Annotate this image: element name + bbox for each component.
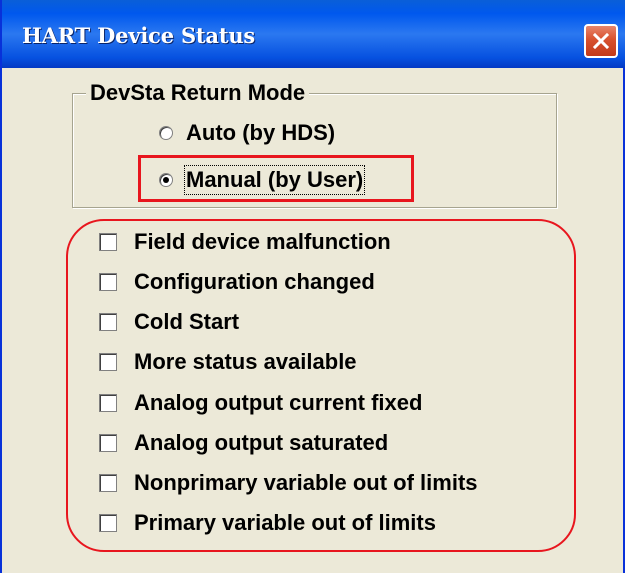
checkbox[interactable] (99, 474, 117, 492)
check-label: Analog output current fixed (134, 390, 423, 415)
check-analog-output-current-fixed[interactable]: Analog output current fixed (99, 390, 422, 416)
radio-auto[interactable]: Auto (by HDS) (159, 120, 335, 146)
close-x-icon (592, 32, 610, 50)
check-nonprimary-variable-out-of-limits[interactable]: Nonprimary variable out of limits (99, 470, 478, 496)
check-cold-start[interactable]: Cold Start (99, 309, 239, 335)
return-mode-legend: DevSta Return Mode (86, 80, 310, 106)
check-primary-variable-out-of-limits[interactable]: Primary variable out of limits (99, 510, 436, 536)
hart-device-status-window: HART Device Status DevSta Return Mode Au… (0, 0, 625, 573)
checkbox[interactable] (99, 514, 117, 532)
check-more-status-available[interactable]: More status available (99, 349, 357, 375)
checkbox[interactable] (99, 394, 117, 412)
close-button[interactable] (584, 24, 618, 58)
check-analog-output-saturated[interactable]: Analog output saturated (99, 430, 388, 456)
radio-auto-label: Auto (by HDS) (186, 120, 336, 145)
checkbox[interactable] (99, 313, 117, 331)
check-field-device-malfunction[interactable]: Field device malfunction (99, 229, 391, 255)
check-label: Nonprimary variable out of limits (134, 470, 478, 495)
radio-auto-button[interactable] (159, 126, 173, 140)
window-title: HART Device Status (22, 23, 256, 48)
check-label: More status available (134, 349, 357, 374)
check-label: Primary variable out of limits (134, 510, 436, 535)
check-label: Field device malfunction (134, 229, 391, 254)
check-label: Cold Start (134, 309, 240, 334)
manual-mode-highlight (138, 155, 414, 202)
checkbox[interactable] (99, 233, 117, 251)
checkbox[interactable] (99, 353, 117, 371)
checkbox[interactable] (99, 273, 117, 291)
check-label: Analog output saturated (134, 430, 389, 455)
checkbox[interactable] (99, 434, 117, 452)
check-configuration-changed[interactable]: Configuration changed (99, 269, 375, 295)
check-label: Configuration changed (134, 269, 375, 294)
title-bar[interactable]: HART Device Status (2, 0, 625, 68)
